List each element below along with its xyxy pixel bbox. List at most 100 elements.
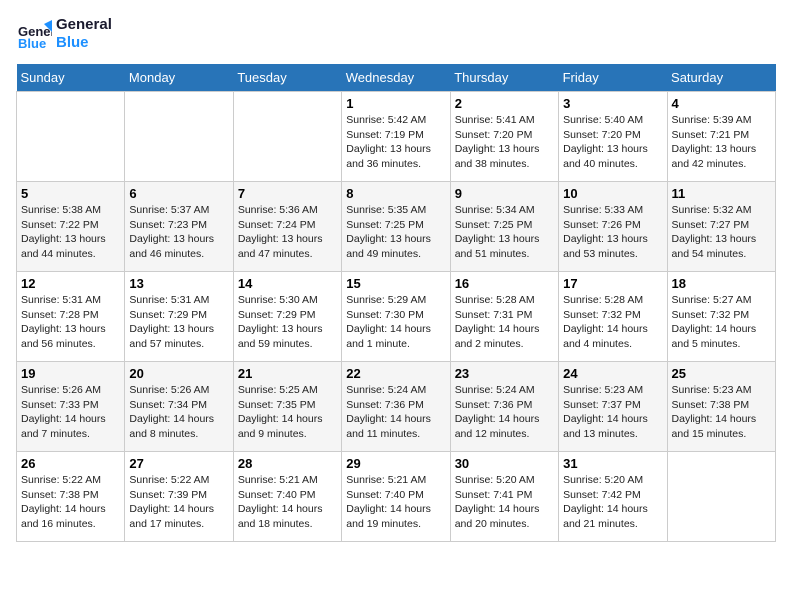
day-number: 2 (455, 96, 554, 111)
weekday-header-saturday: Saturday (667, 64, 775, 92)
day-number: 22 (346, 366, 445, 381)
calendar-cell: 21 Sunrise: 5:25 AM Sunset: 7:35 PM Dayli… (233, 362, 341, 452)
calendar-cell: 22 Sunrise: 5:24 AM Sunset: 7:36 PM Dayli… (342, 362, 450, 452)
day-number: 8 (346, 186, 445, 201)
weekday-header-monday: Monday (125, 64, 233, 92)
calendar-cell: 12 Sunrise: 5:31 AM Sunset: 7:28 PM Dayli… (17, 272, 125, 362)
weekday-header-thursday: Thursday (450, 64, 558, 92)
cell-info: Sunrise: 5:28 AM Sunset: 7:32 PM Dayligh… (563, 293, 662, 352)
day-number: 12 (21, 276, 120, 291)
calendar-body: 1 Sunrise: 5:42 AM Sunset: 7:19 PM Daylig… (17, 92, 776, 542)
calendar-cell: 14 Sunrise: 5:30 AM Sunset: 7:29 PM Dayli… (233, 272, 341, 362)
calendar-cell: 8 Sunrise: 5:35 AM Sunset: 7:25 PM Daylig… (342, 182, 450, 272)
calendar-cell: 28Sunrise: 5:21 AM Sunset: 7:40 PM Dayli… (233, 452, 341, 542)
cell-info: Sunrise: 5:26 AM Sunset: 7:33 PM Dayligh… (21, 383, 120, 442)
cell-info: Sunrise: 5:27 AM Sunset: 7:32 PM Dayligh… (672, 293, 771, 352)
day-number: 18 (672, 276, 771, 291)
weekday-header-row: SundayMondayTuesdayWednesdayThursdayFrid… (17, 64, 776, 92)
cell-info: Sunrise: 5:39 AM Sunset: 7:21 PM Dayligh… (672, 113, 771, 172)
cell-info: Sunrise: 5:41 AM Sunset: 7:20 PM Dayligh… (455, 113, 554, 172)
cell-info: Sunrise: 5:28 AM Sunset: 7:31 PM Dayligh… (455, 293, 554, 352)
calendar-cell: 25 Sunrise: 5:23 AM Sunset: 7:38 PM Dayli… (667, 362, 775, 452)
cell-info: Sunrise: 5:25 AM Sunset: 7:35 PM Dayligh… (238, 383, 337, 442)
cell-info: Sunrise: 5:38 AM Sunset: 7:22 PM Dayligh… (21, 203, 120, 262)
cell-info: Sunrise: 5:34 AM Sunset: 7:25 PM Dayligh… (455, 203, 554, 262)
calendar-cell (17, 92, 125, 182)
calendar-cell: 10 Sunrise: 5:33 AM Sunset: 7:26 PM Dayli… (559, 182, 667, 272)
day-number: 1 (346, 96, 445, 111)
calendar-cell: 15Sunrise: 5:29 AM Sunset: 7:30 PM Dayli… (342, 272, 450, 362)
calendar-cell: 30 Sunrise: 5:20 AM Sunset: 7:41 PM Dayli… (450, 452, 558, 542)
day-number: 20 (129, 366, 228, 381)
calendar-cell: 6Sunrise: 5:37 AM Sunset: 7:23 PM Daylig… (125, 182, 233, 272)
cell-info: Sunrise: 5:35 AM Sunset: 7:25 PM Dayligh… (346, 203, 445, 262)
day-number: 27 (129, 456, 228, 471)
cell-info: Sunrise: 5:20 AM Sunset: 7:42 PM Dayligh… (563, 473, 662, 532)
cell-info: Sunrise: 5:23 AM Sunset: 7:38 PM Dayligh… (672, 383, 771, 442)
calendar-cell: 26 Sunrise: 5:22 AM Sunset: 7:38 PM Dayli… (17, 452, 125, 542)
calendar-cell: 4 Sunrise: 5:39 AM Sunset: 7:21 PM Daylig… (667, 92, 775, 182)
day-number: 21 (238, 366, 337, 381)
weekday-header-wednesday: Wednesday (342, 64, 450, 92)
day-number: 16 (455, 276, 554, 291)
cell-info: Sunrise: 5:24 AM Sunset: 7:36 PM Dayligh… (346, 383, 445, 442)
calendar-cell: 11Sunrise: 5:32 AM Sunset: 7:27 PM Dayli… (667, 182, 775, 272)
cell-info: Sunrise: 5:42 AM Sunset: 7:19 PM Dayligh… (346, 113, 445, 172)
day-number: 19 (21, 366, 120, 381)
svg-text:Blue: Blue (18, 36, 46, 51)
cell-info: Sunrise: 5:32 AM Sunset: 7:27 PM Dayligh… (672, 203, 771, 262)
weekday-header-friday: Friday (559, 64, 667, 92)
logo-icon: General Blue (16, 16, 52, 52)
calendar-week-5: 26 Sunrise: 5:22 AM Sunset: 7:38 PM Dayli… (17, 452, 776, 542)
calendar-cell: 2 Sunrise: 5:41 AM Sunset: 7:20 PM Daylig… (450, 92, 558, 182)
cell-info: Sunrise: 5:24 AM Sunset: 7:36 PM Dayligh… (455, 383, 554, 442)
calendar-week-4: 19 Sunrise: 5:26 AM Sunset: 7:33 PM Dayli… (17, 362, 776, 452)
cell-info: Sunrise: 5:22 AM Sunset: 7:38 PM Dayligh… (21, 473, 120, 532)
cell-info: Sunrise: 5:33 AM Sunset: 7:26 PM Dayligh… (563, 203, 662, 262)
cell-info: Sunrise: 5:26 AM Sunset: 7:34 PM Dayligh… (129, 383, 228, 442)
calendar-cell: 19 Sunrise: 5:26 AM Sunset: 7:33 PM Dayli… (17, 362, 125, 452)
day-number: 29 (346, 456, 445, 471)
cell-info: Sunrise: 5:36 AM Sunset: 7:24 PM Dayligh… (238, 203, 337, 262)
day-number: 31 (563, 456, 662, 471)
calendar-cell: 18 Sunrise: 5:27 AM Sunset: 7:32 PM Dayli… (667, 272, 775, 362)
weekday-header-tuesday: Tuesday (233, 64, 341, 92)
calendar-cell: 24Sunrise: 5:23 AM Sunset: 7:37 PM Dayli… (559, 362, 667, 452)
day-number: 14 (238, 276, 337, 291)
day-number: 9 (455, 186, 554, 201)
day-number: 15 (346, 276, 445, 291)
day-number: 13 (129, 276, 228, 291)
logo: General Blue General Blue (16, 16, 112, 52)
cell-info: Sunrise: 5:30 AM Sunset: 7:29 PM Dayligh… (238, 293, 337, 352)
calendar-cell: 29 Sunrise: 5:21 AM Sunset: 7:40 PM Dayli… (342, 452, 450, 542)
calendar-week-1: 1 Sunrise: 5:42 AM Sunset: 7:19 PM Daylig… (17, 92, 776, 182)
cell-info: Sunrise: 5:31 AM Sunset: 7:28 PM Dayligh… (21, 293, 120, 352)
day-number: 30 (455, 456, 554, 471)
weekday-header-sunday: Sunday (17, 64, 125, 92)
day-number: 28 (238, 456, 337, 471)
cell-info: Sunrise: 5:21 AM Sunset: 7:40 PM Dayligh… (346, 473, 445, 532)
calendar-cell: 27 Sunrise: 5:22 AM Sunset: 7:39 PM Dayli… (125, 452, 233, 542)
day-number: 3 (563, 96, 662, 111)
day-number: 5 (21, 186, 120, 201)
day-number: 6 (129, 186, 228, 201)
day-number: 25 (672, 366, 771, 381)
cell-info: Sunrise: 5:23 AM Sunset: 7:37 PM Dayligh… (563, 383, 662, 442)
calendar-cell: 3Sunrise: 5:40 AM Sunset: 7:20 PM Daylig… (559, 92, 667, 182)
calendar-cell (667, 452, 775, 542)
day-number: 26 (21, 456, 120, 471)
calendar-cell: 16 Sunrise: 5:28 AM Sunset: 7:31 PM Dayli… (450, 272, 558, 362)
calendar-cell: 31 Sunrise: 5:20 AM Sunset: 7:42 PM Dayli… (559, 452, 667, 542)
calendar-cell: 23 Sunrise: 5:24 AM Sunset: 7:36 PM Dayli… (450, 362, 558, 452)
day-number: 23 (455, 366, 554, 381)
calendar-cell: 7Sunrise: 5:36 AM Sunset: 7:24 PM Daylig… (233, 182, 341, 272)
cell-info: Sunrise: 5:20 AM Sunset: 7:41 PM Dayligh… (455, 473, 554, 532)
day-number: 17 (563, 276, 662, 291)
calendar-cell: 20 Sunrise: 5:26 AM Sunset: 7:34 PM Dayli… (125, 362, 233, 452)
day-number: 4 (672, 96, 771, 111)
day-number: 10 (563, 186, 662, 201)
calendar-cell: 1 Sunrise: 5:42 AM Sunset: 7:19 PM Daylig… (342, 92, 450, 182)
calendar-table: SundayMondayTuesdayWednesdayThursdayFrid… (16, 64, 776, 542)
cell-info: Sunrise: 5:22 AM Sunset: 7:39 PM Dayligh… (129, 473, 228, 532)
calendar-cell: 5 Sunrise: 5:38 AM Sunset: 7:22 PM Daylig… (17, 182, 125, 272)
